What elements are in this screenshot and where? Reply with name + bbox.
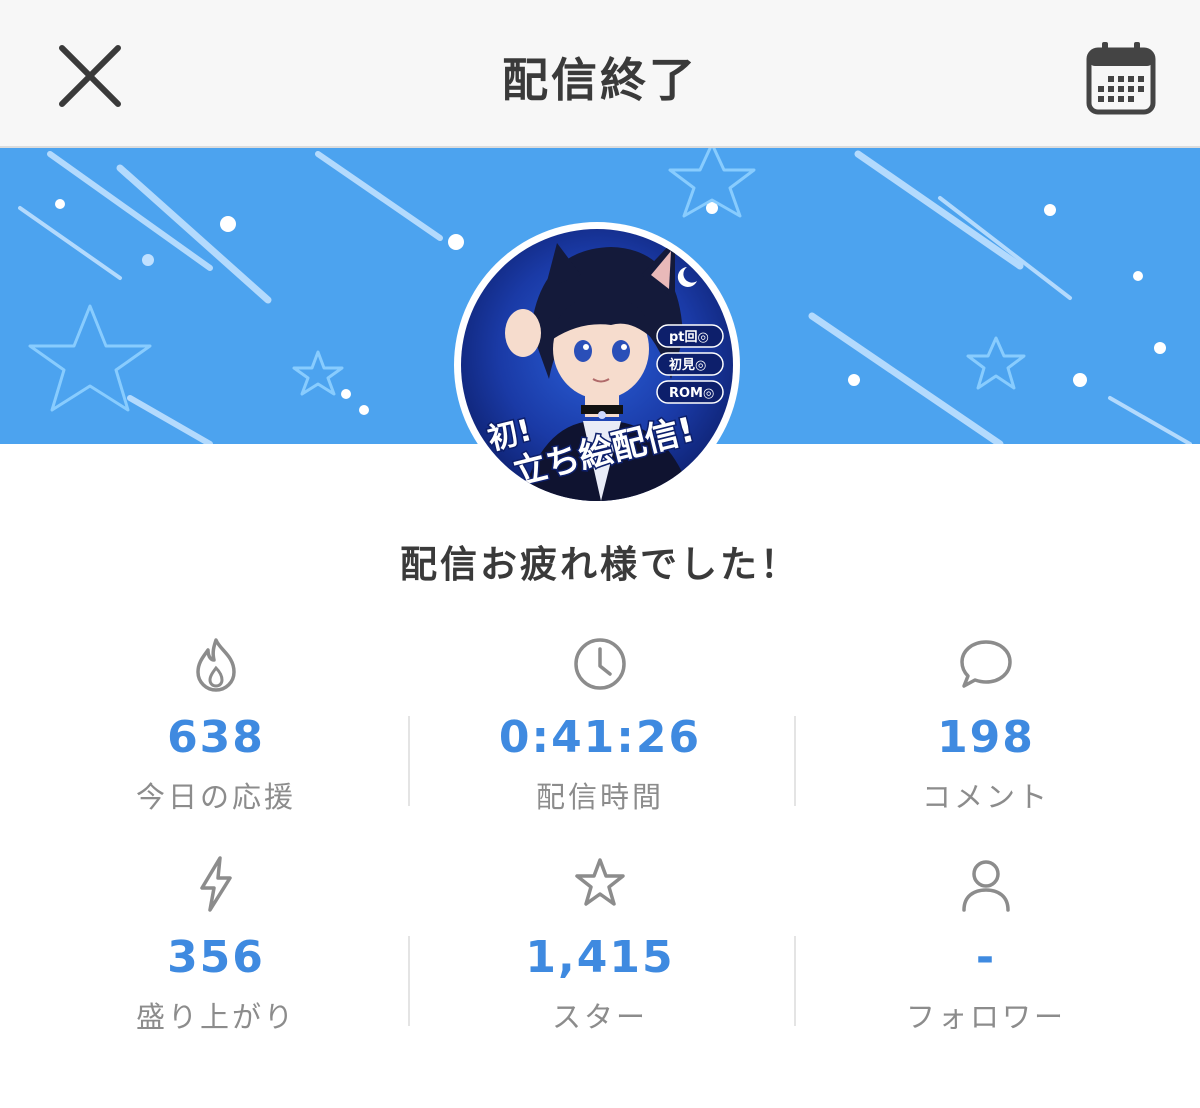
stat-value: 1,415 — [525, 932, 675, 983]
stat-followers: - フォロワー — [794, 840, 1178, 1050]
stat-label: スター — [551, 1000, 648, 1034]
streamer-avatar[interactable]: pt回◎ 初見◎ ROM◎ 初! 立ち絵配信! — [454, 222, 740, 508]
stat-excitement: 356 盛り上がり — [24, 840, 408, 1050]
stat-today-support: 638 今日の応援 — [24, 620, 408, 830]
star-icon — [575, 858, 625, 906]
calendar-button[interactable] — [1084, 40, 1158, 116]
avatar-image: pt回◎ 初見◎ ROM◎ 初! 立ち絵配信! — [461, 229, 733, 501]
stat-value: - — [975, 932, 997, 983]
stat-value: 0:41:26 — [498, 712, 702, 763]
column-divider — [794, 936, 796, 1026]
comment-icon — [960, 640, 1012, 688]
stat-label: 盛り上がり — [135, 1000, 296, 1034]
svg-text:ROM◎: ROM◎ — [669, 386, 714, 401]
stat-value: 638 — [167, 712, 265, 763]
clock-icon — [574, 638, 626, 690]
column-divider — [408, 716, 410, 806]
person-icon — [962, 860, 1010, 912]
stat-stream-time: 0:41:26 配信時間 — [408, 620, 792, 830]
stat-label: コメント — [921, 780, 1050, 814]
flame-icon — [196, 638, 236, 692]
calendar-icon — [1086, 42, 1156, 115]
stat-label: 配信時間 — [535, 780, 664, 814]
stat-stars: 1,415 スター — [408, 840, 792, 1050]
svg-text:初見◎: 初見◎ — [669, 357, 706, 373]
stats-grid: 638 今日の応援 0:41:26 配信時間 198 コメント 356 盛り上が… — [0, 620, 1200, 1040]
app-header: 配信終了 — [0, 0, 1200, 148]
stat-value: 356 — [167, 932, 265, 983]
page-title: 配信終了 — [502, 53, 698, 107]
column-divider — [408, 936, 410, 1026]
stat-label: フォロワー — [905, 1000, 1066, 1034]
stat-label: 今日の応援 — [135, 780, 296, 814]
stat-value: 198 — [937, 712, 1035, 763]
stat-comments: 198 コメント — [794, 620, 1178, 830]
column-divider — [794, 716, 796, 806]
svg-text:pt回◎: pt回◎ — [669, 330, 709, 345]
lightning-icon — [200, 856, 232, 912]
greeting-message: 配信お疲れ様でした！ — [400, 543, 800, 586]
